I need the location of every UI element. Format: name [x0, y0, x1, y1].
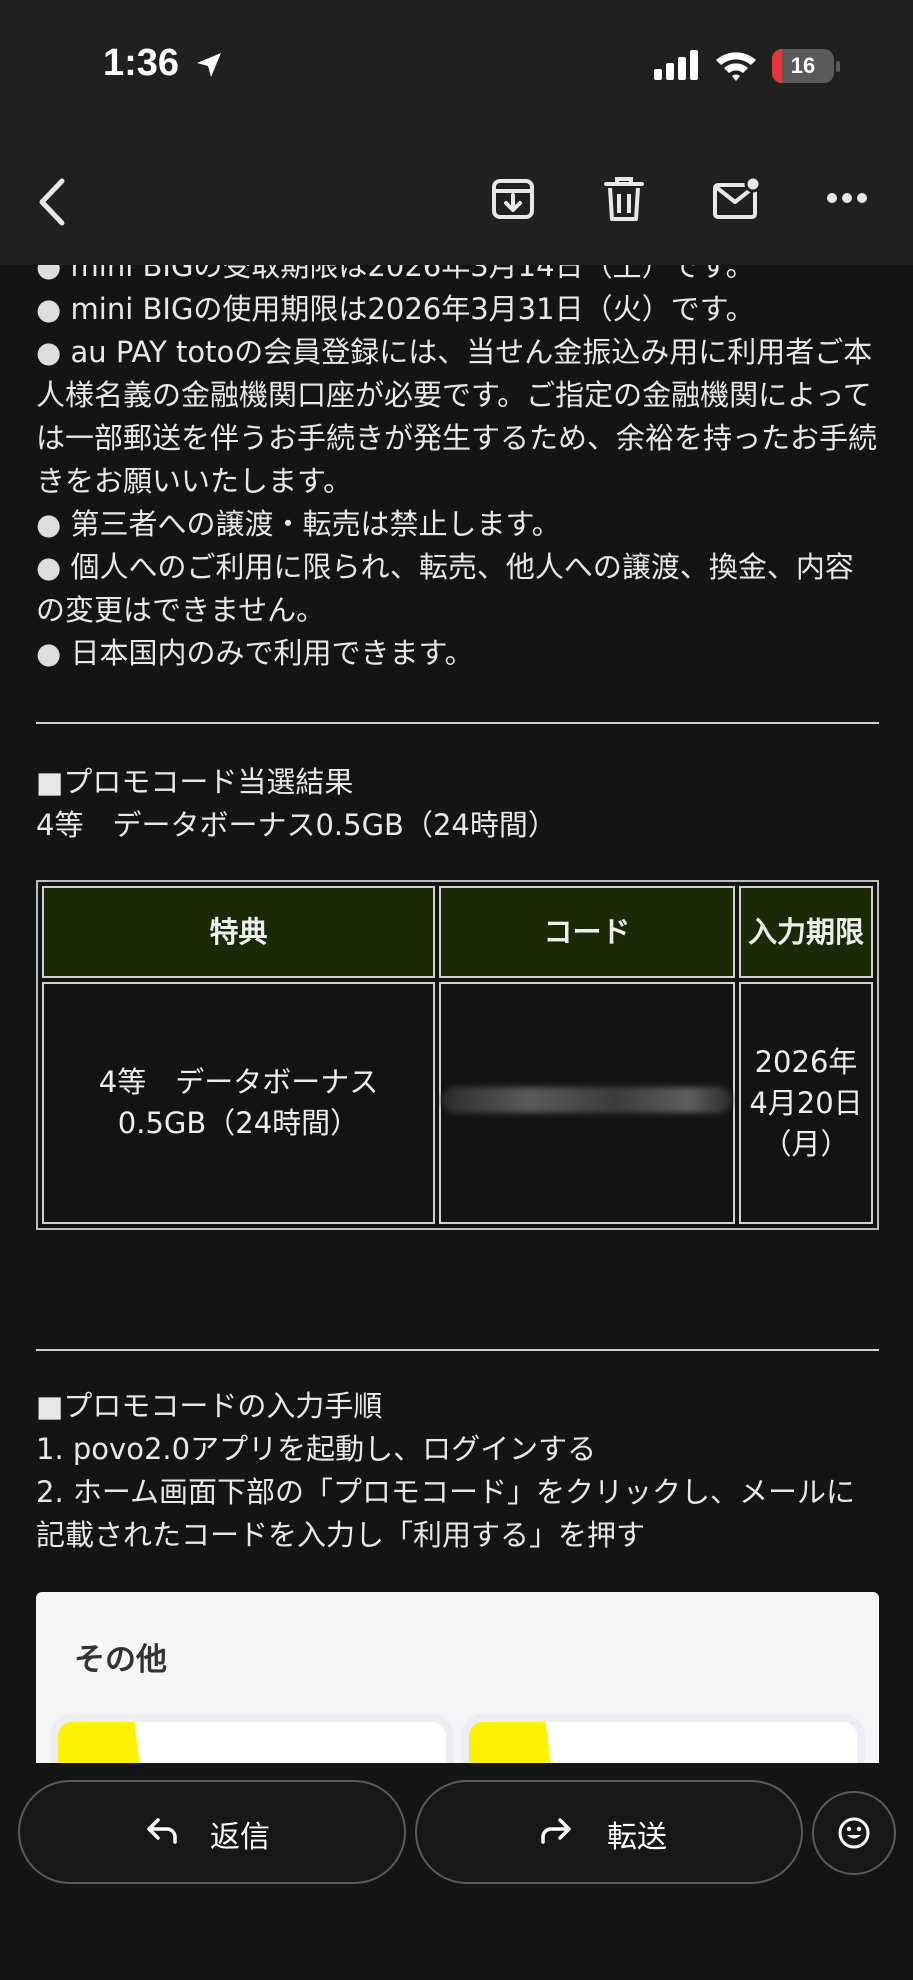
bottom-action-bar: 返信 転送 — [0, 1763, 913, 1980]
notes-list: ● mini BIGの受取期限は2026年3月14日（土）です。 ● mini … — [36, 265, 879, 675]
status-bar: 1:36 16 — [0, 0, 913, 130]
divider — [36, 722, 879, 724]
battery-percent: 16 — [790, 53, 816, 78]
code-cell[interactable] — [439, 982, 735, 1224]
wifi-icon — [716, 52, 756, 81]
mail-toolbar — [0, 130, 913, 265]
note-item: ● 個人へのご利用に限られ、転売、他人への譲渡、換金、内容の変更はできません。 — [36, 550, 854, 627]
status-time: 1:36 — [103, 42, 180, 84]
card-title: その他 — [74, 1642, 167, 1678]
table-header-row: 特典 コード 入力期限 — [42, 886, 873, 978]
app-screenshot-card: その他 — [36, 1592, 879, 1763]
back-chevron-icon[interactable] — [34, 177, 68, 227]
note-item: ● 日本国内のみで利用できます。 — [36, 636, 474, 670]
tile-accent — [469, 1722, 559, 1763]
battery-indicator: 16 — [772, 49, 834, 83]
forward-arrow-icon — [541, 1818, 571, 1844]
card-tile — [469, 1722, 857, 1763]
note-item: ● mini BIGの受取期限は2026年3月14日（土）です。 — [36, 265, 755, 283]
more-options-icon[interactable] — [826, 192, 868, 204]
steps-heading: ■プロモコードの入力手順 — [36, 1389, 383, 1423]
mark-unread-mail-icon[interactable] — [712, 176, 762, 222]
steps-section: ■プロモコードの入力手順 1. povo2.0アプリを起動し、ログインする 2.… — [36, 1385, 879, 1557]
tile-accent — [58, 1722, 148, 1763]
reply-label: 返信 — [210, 1820, 270, 1855]
step-item: 1. povo2.0アプリを起動し、ログインする — [36, 1432, 597, 1466]
result-value: 4等 データボーナス0.5GB（24時間） — [36, 808, 557, 842]
cellular-signal-icon — [654, 50, 698, 80]
note-item: ● au PAY totoの会員登録には、当せん金振込み用に利用者ご本人様名義の… — [36, 335, 878, 498]
column-header-code: コード — [439, 886, 735, 978]
divider — [36, 1349, 879, 1351]
result-section: ■プロモコード当選結果 4等 データボーナス0.5GB（24時間） — [36, 761, 879, 847]
card-tile — [58, 1722, 446, 1763]
step-item: 2. ホーム画面下部の「プロモコード」をクリックし、メールに記載されたコードを入… — [36, 1475, 856, 1552]
location-arrow-icon — [197, 53, 221, 77]
battery-cap — [836, 61, 840, 72]
column-header-benefit: 特典 — [42, 886, 435, 978]
forward-label: 転送 — [607, 1820, 667, 1855]
column-header-deadline: 入力期限 — [739, 886, 873, 978]
reply-button[interactable]: 返信 — [18, 1780, 406, 1884]
promo-code-table: 特典 コード 入力期限 4等 データボーナス0.5GB（24時間） 2026年4… — [36, 880, 879, 1230]
note-item: ● 第三者への譲渡・転売は禁止します。 — [36, 507, 561, 541]
note-item: ● mini BIGの使用期限は2026年3月31日（火）です。 — [36, 292, 755, 326]
emoji-reaction-button[interactable] — [812, 1791, 896, 1875]
email-body: ● mini BIGの受取期限は2026年3月14日（土）です。 ● mini … — [36, 265, 879, 1763]
deadline-cell: 2026年4月20日（月） — [739, 982, 873, 1224]
reply-arrow-icon — [147, 1818, 177, 1844]
archive-icon[interactable] — [490, 176, 536, 222]
redacted-code — [442, 1086, 732, 1113]
table-row: 4等 データボーナス0.5GB（24時間） 2026年4月20日（月） — [42, 982, 873, 1224]
result-heading: ■プロモコード当選結果 — [36, 765, 354, 799]
smiley-icon — [838, 1817, 870, 1849]
benefit-cell: 4等 データボーナス0.5GB（24時間） — [42, 982, 435, 1224]
forward-button[interactable]: 転送 — [415, 1780, 803, 1884]
trash-icon[interactable] — [602, 176, 646, 222]
